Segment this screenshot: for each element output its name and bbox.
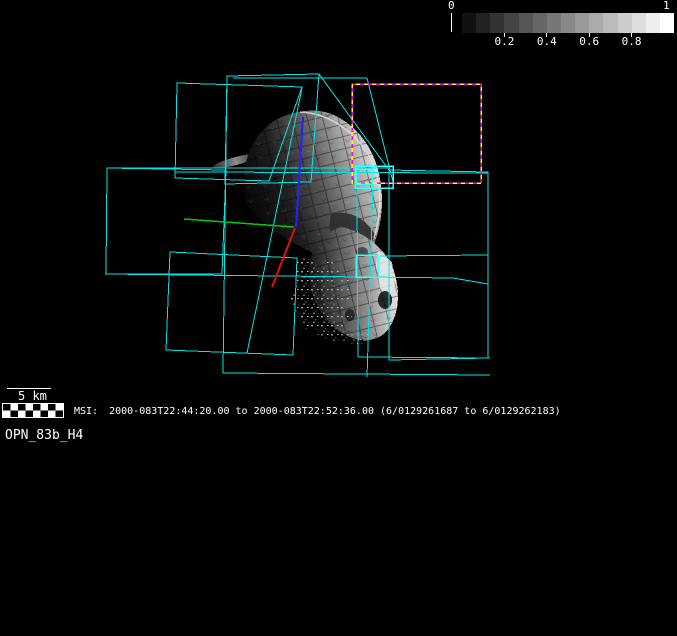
- footprint-edge-line: [104, 273, 454, 279]
- colorbar-step: [546, 13, 561, 33]
- colorbar-step: [560, 13, 576, 33]
- colorbar-min-label: 0: [448, 0, 455, 12]
- instrument-label: MSI:: [74, 406, 99, 417]
- asteroid-model: [212, 110, 399, 344]
- colorbar: 0 1 0.2 0.4 0.6 0.8: [440, 0, 677, 52]
- colorbar-gradient-strip: [462, 13, 675, 33]
- colorbar-zero-tick: [451, 13, 452, 32]
- viewer-canvas[interactable]: 0 1 0.2 0.4 0.6 0.8 5 km MSI: 2000-083T22:4…: [0, 0, 677, 636]
- scene-svg: [104, 73, 491, 378]
- colorbar-step: [603, 13, 618, 33]
- colorbar-step: [532, 13, 547, 33]
- colorbar-step: [476, 13, 491, 33]
- colorbar-step: [617, 13, 632, 33]
- colorbar-step: [518, 13, 533, 33]
- colorbar-step: [631, 13, 646, 33]
- asteroid-shadow-patch: [378, 291, 392, 309]
- colorbar-step: [659, 13, 675, 33]
- colorbar-step: [645, 13, 660, 33]
- scalebar-checkerboard: [2, 403, 64, 418]
- colorbar-tick-label: 0.2: [494, 35, 515, 48]
- footprint-outline: [165, 251, 298, 356]
- colorbar-tick-label: 0.4: [536, 35, 557, 48]
- colorbar-step: [462, 13, 477, 33]
- footprint-edge-line: [357, 356, 491, 359]
- footprint-edge-line: [379, 254, 489, 257]
- status-line: MSI: 2000-083T22:44:20.00 to 2000-083T22…: [74, 405, 561, 418]
- footprint-edge-line: [222, 372, 491, 376]
- footprint-outline: [388, 169, 489, 361]
- sequence-name-label: OPN_83b_H4: [5, 428, 84, 443]
- colorbar-tick-label: 0.8: [621, 35, 642, 48]
- colorbar-max-label: 1: [663, 0, 670, 12]
- footprint-edge-line: [452, 277, 489, 285]
- scalebar: 5 km: [0, 386, 70, 420]
- colorbar-step: [589, 13, 604, 33]
- colorbar-step: [490, 13, 505, 33]
- colorbar-step: [504, 13, 519, 33]
- colorbar-tick-label: 0.6: [579, 35, 600, 48]
- observation-time-range: 2000-083T22:44:20.00 to 2000-083T22:52:3…: [109, 406, 561, 417]
- scalebar-label: 5 km: [18, 389, 47, 403]
- colorbar-step: [575, 13, 590, 33]
- footprint-edge-line: [174, 171, 489, 174]
